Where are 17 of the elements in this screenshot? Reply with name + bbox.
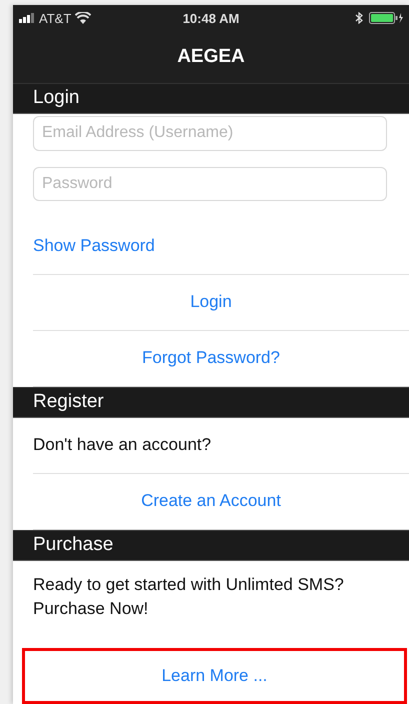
highlighted-link-button[interactable]: Learn More ...: [22, 648, 407, 704]
link-button[interactable]: Forgot Password?: [142, 348, 280, 368]
input-field[interactable]: Password: [33, 166, 387, 202]
body-text: Ready to get started with Unlimted SMS? Purchase Now!: [33, 574, 345, 620]
bluetooth-icon: [355, 12, 364, 24]
signal-icon: [19, 13, 35, 23]
nav-title: AEGEA: [177, 46, 245, 68]
input-field[interactable]: Email Address (Username): [33, 116, 387, 151]
time-label: 10:48 AM: [182, 10, 240, 26]
carrier-label: AT&T: [39, 10, 72, 26]
battery-icon: [369, 12, 404, 24]
section-header: Login: [13, 83, 409, 114]
section-header: Register: [13, 386, 409, 418]
wifi-icon: [75, 12, 92, 24]
section-header: Purchase: [13, 530, 409, 561]
body-text: Don't have an account?: [33, 434, 212, 456]
link-button[interactable]: Login: [190, 292, 232, 312]
